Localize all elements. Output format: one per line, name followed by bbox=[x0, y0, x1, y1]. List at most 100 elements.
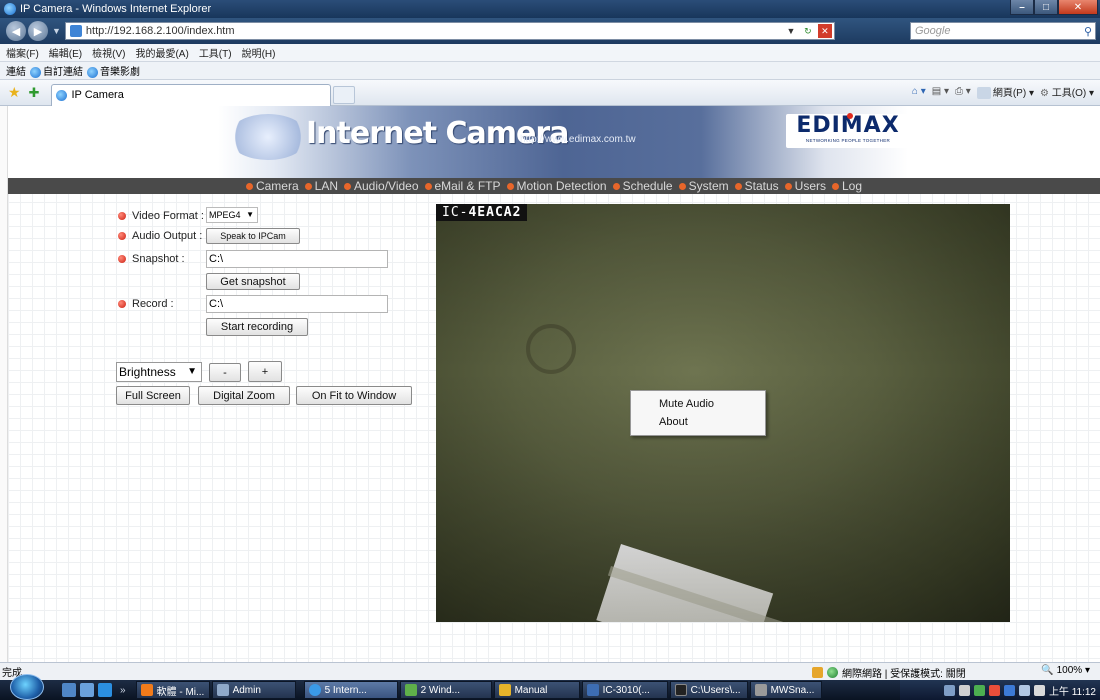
new-tab-button[interactable] bbox=[333, 85, 356, 104]
snapshot-path-input[interactable]: C:\ bbox=[206, 250, 388, 268]
menu-help[interactable]: 說明(H) bbox=[242, 45, 276, 60]
ie-launch-icon[interactable] bbox=[98, 683, 112, 697]
back-button[interactable]: ◀ bbox=[6, 21, 26, 41]
task-item[interactable]: C:\Users\... bbox=[669, 681, 748, 699]
stop-icon[interactable]: ✕ bbox=[817, 24, 832, 38]
ie-icon bbox=[56, 89, 68, 101]
nav-status[interactable]: Status bbox=[734, 179, 779, 193]
increase-button[interactable]: + bbox=[248, 361, 282, 382]
globe-graphic bbox=[228, 114, 308, 160]
home-icon[interactable]: ⌂ ▾ bbox=[912, 86, 926, 97]
volume-icon[interactable] bbox=[1033, 684, 1045, 696]
gear-icon: ⚙ bbox=[1039, 88, 1049, 100]
full-screen-button[interactable]: Full Screen bbox=[116, 386, 190, 405]
links-label: 連結 bbox=[6, 67, 26, 78]
close-button[interactable]: ✕ bbox=[1058, 0, 1098, 15]
add-favorites-icon[interactable]: ✚ bbox=[29, 85, 40, 101]
video-format-select[interactable]: MPEG4 ▼ bbox=[206, 207, 258, 223]
nav-camera[interactable]: Camera bbox=[245, 179, 299, 193]
tray-icon[interactable] bbox=[973, 684, 985, 696]
tray-icon[interactable] bbox=[1003, 684, 1015, 696]
zone-text: 網際網路 | 受保護模式: 關閉 bbox=[842, 669, 966, 680]
system-tray: 上午 11:12 bbox=[900, 680, 1100, 700]
chevron-down-icon: ▼ bbox=[246, 210, 254, 219]
bullet-icon bbox=[118, 232, 126, 241]
start-button[interactable] bbox=[10, 674, 44, 700]
logo-dot bbox=[847, 113, 853, 119]
speak-to-ipcam-button[interactable]: Speak to IPCam bbox=[206, 228, 300, 244]
task-item[interactable]: 軟體 - Mi... bbox=[135, 681, 210, 699]
nav-users[interactable]: Users bbox=[784, 179, 826, 193]
links-bar: 連結 自訂連結 音樂影劇 bbox=[0, 62, 1100, 80]
task-item[interactable]: Manual bbox=[493, 681, 580, 699]
adjust-select[interactable]: Brightness ▼ bbox=[116, 362, 202, 382]
tab-title: IP Camera bbox=[71, 89, 124, 101]
network-icon[interactable] bbox=[1018, 684, 1030, 696]
tab-bar: ★ ✚ IP Camera ⌂ ▾ ▤ ▾ ⎙ ▾ 網頁(P) ▾ ⚙ 工具(O… bbox=[0, 80, 1100, 106]
keyboard-icon[interactable] bbox=[943, 684, 955, 696]
decrease-button[interactable]: - bbox=[209, 363, 241, 382]
security-zone[interactable]: 網際網路 | 受保護模式: 關閉 bbox=[812, 665, 966, 680]
tools-menu[interactable]: ⚙ 工具(O) ▾ bbox=[1040, 84, 1094, 99]
nav-lan[interactable]: LAN bbox=[304, 179, 338, 193]
history-dropdown-icon[interactable]: ▼ bbox=[52, 26, 61, 36]
favorites-star-icon[interactable]: ★ bbox=[8, 84, 21, 101]
feeds-icon[interactable]: ▤ ▾ bbox=[932, 86, 949, 97]
clock[interactable]: 上午 11:12 bbox=[1049, 683, 1096, 698]
print-icon[interactable]: ⎙ ▾ bbox=[955, 86, 971, 97]
get-snapshot-button[interactable]: Get snapshot bbox=[206, 273, 300, 290]
link-custom[interactable]: 自訂連結 bbox=[30, 63, 83, 78]
menu-file[interactable]: 檔案(F) bbox=[6, 45, 39, 60]
refresh-icon[interactable]: ↻ bbox=[801, 24, 815, 38]
tray-icon[interactable] bbox=[958, 684, 970, 696]
window-title-bar: IP Camera - Windows Internet Explorer – … bbox=[0, 0, 1100, 18]
menu-bar: 檔案(F) 編輯(E) 檢視(V) 我的最愛(A) 工具(T) 說明(H) bbox=[0, 44, 1100, 62]
nav-audio-video[interactable]: Audio/Video bbox=[344, 179, 419, 193]
audio-output-label: Audio Output : bbox=[118, 230, 202, 242]
bullet-icon bbox=[118, 255, 126, 264]
status-bar: 完成 網際網路 | 受保護模式: 關閉 🔍 100% ▾ bbox=[0, 662, 1100, 680]
context-about[interactable]: About bbox=[631, 413, 765, 431]
record-path-input[interactable]: C:\ bbox=[206, 295, 388, 313]
page-menu-icon bbox=[976, 87, 991, 100]
address-field[interactable]: http://192.168.2.100/index.htm ▼ ↻ ✕ bbox=[64, 22, 835, 40]
show-desktop-icon[interactable] bbox=[62, 683, 76, 697]
minimize-button[interactable]: – bbox=[1010, 0, 1034, 15]
nav-email-ftp[interactable]: eMail & FTP bbox=[424, 179, 501, 193]
menu-view[interactable]: 檢視(V) bbox=[92, 45, 125, 60]
task-item[interactable]: MWSna... bbox=[749, 681, 822, 699]
tab-ip-camera[interactable]: IP Camera bbox=[51, 83, 332, 106]
task-item[interactable]: 5 Intern... bbox=[303, 681, 398, 699]
context-mute-audio[interactable]: Mute Audio bbox=[631, 395, 765, 413]
zoom-control[interactable]: 🔍 100% ▾ bbox=[1041, 665, 1090, 676]
camera-nav: Camera LAN Audio/Video eMail & FTP Motio… bbox=[8, 178, 1100, 194]
more-icon[interactable]: » bbox=[120, 685, 126, 696]
search-input[interactable]: Google ⚲ bbox=[910, 22, 1096, 40]
task-item[interactable]: 2 Wind... bbox=[399, 681, 492, 699]
digital-zoom-button[interactable]: Digital Zoom bbox=[198, 386, 290, 405]
start-recording-button[interactable]: Start recording bbox=[206, 318, 308, 336]
menu-edit[interactable]: 編輯(E) bbox=[49, 45, 82, 60]
maximize-button[interactable]: □ bbox=[1034, 0, 1058, 15]
nav-system[interactable]: System bbox=[678, 179, 729, 193]
nav-log[interactable]: Log bbox=[832, 179, 862, 193]
forward-button[interactable]: ▶ bbox=[28, 21, 48, 41]
address-url: http://192.168.2.100/index.htm bbox=[85, 25, 235, 37]
switch-windows-icon[interactable] bbox=[80, 683, 94, 697]
page-menu[interactable]: 網頁(P) ▾ bbox=[976, 84, 1034, 100]
menu-tools[interactable]: 工具(T) bbox=[199, 45, 232, 60]
video-view[interactable]: IC-4EACA2 Mute Audio About bbox=[436, 204, 1010, 622]
address-dropdown-icon[interactable]: ▼ bbox=[784, 24, 798, 38]
search-icon[interactable]: ⚲ bbox=[1084, 24, 1092, 40]
bullet-icon bbox=[118, 212, 126, 221]
app-icon bbox=[404, 684, 417, 696]
fit-to-window-button[interactable]: On Fit to Window bbox=[296, 386, 412, 405]
task-item[interactable]: Admin bbox=[211, 681, 296, 699]
link-music[interactable]: 音樂影劇 bbox=[87, 63, 140, 78]
menu-favorites[interactable]: 我的最愛(A) bbox=[135, 45, 188, 60]
task-item[interactable]: IC-3010(... bbox=[581, 681, 668, 699]
nav-schedule[interactable]: Schedule bbox=[612, 179, 673, 193]
tray-icon[interactable] bbox=[988, 684, 1000, 696]
nav-motion-detection[interactable]: Motion Detection bbox=[506, 179, 607, 193]
globe-icon bbox=[827, 667, 838, 678]
